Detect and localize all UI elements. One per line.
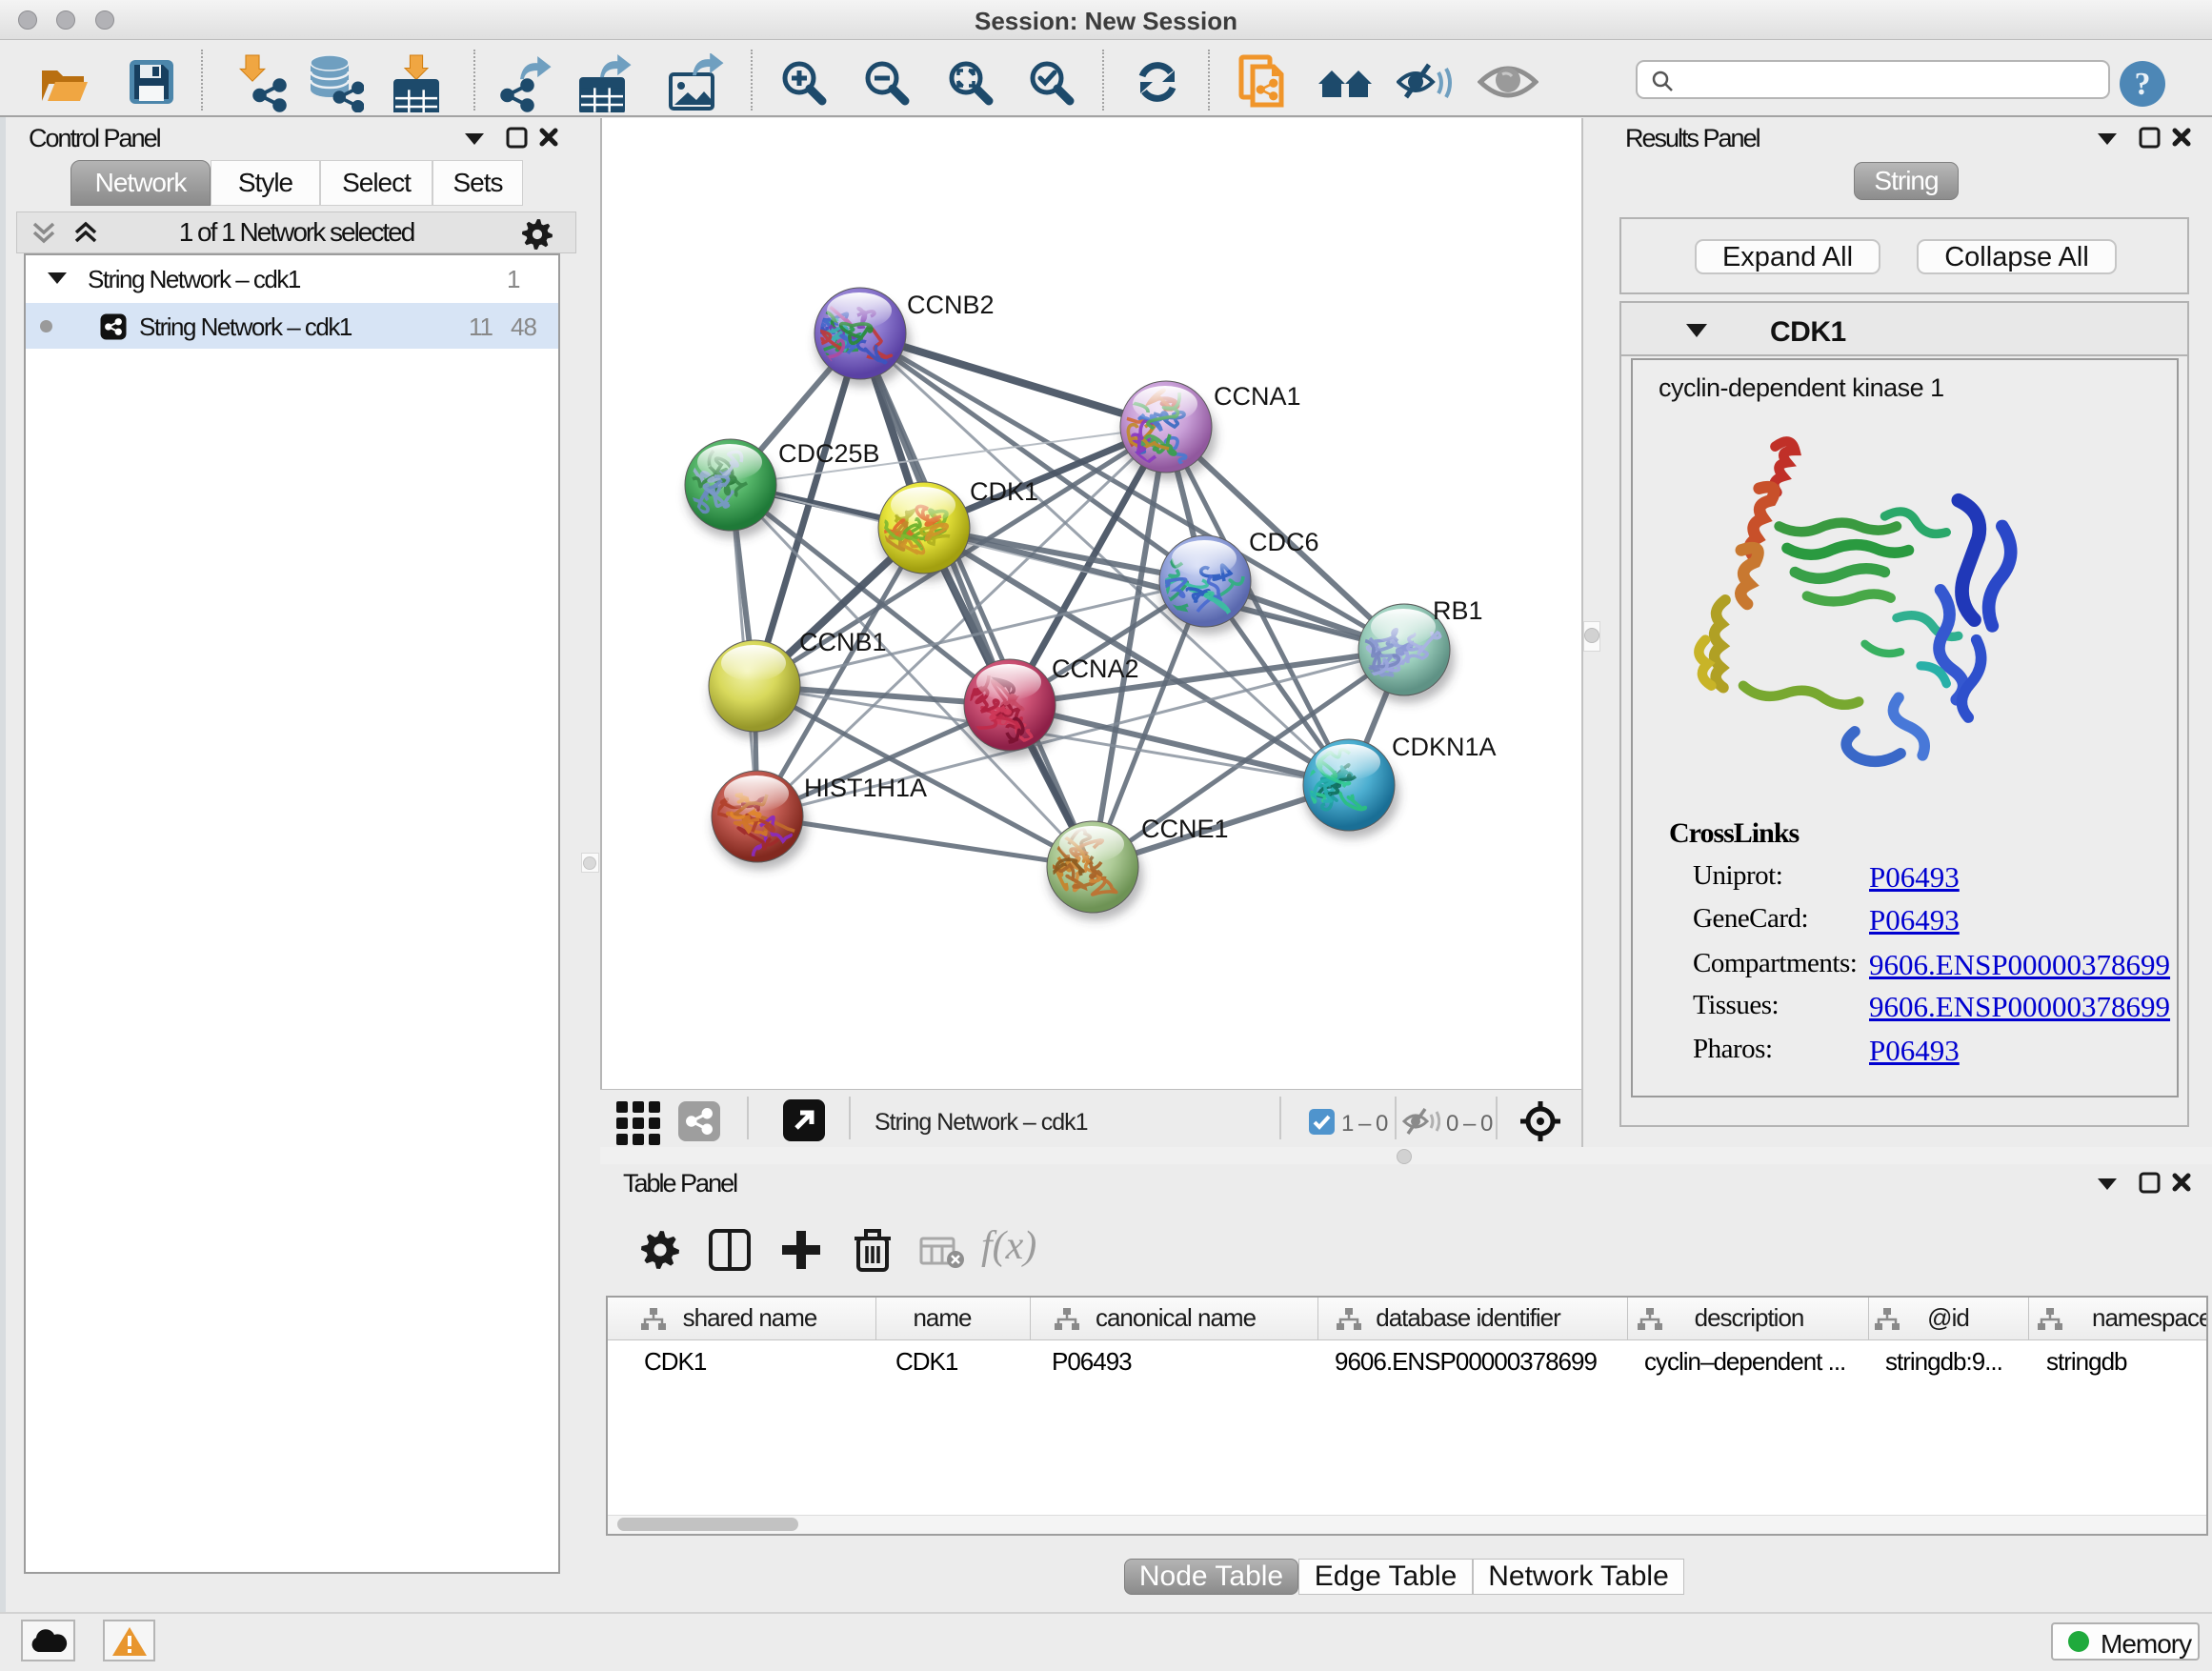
svg-text:?: ? <box>2135 67 2151 102</box>
svg-text:CCNB1: CCNB1 <box>799 628 887 656</box>
svg-text:CDKN1A: CDKN1A <box>1392 733 1497 761</box>
svg-text:RB1: RB1 <box>1433 596 1483 625</box>
svg-text:CDC25B: CDC25B <box>778 439 880 468</box>
svg-text:CCNA2: CCNA2 <box>1052 654 1139 683</box>
svg-text:CCNA1: CCNA1 <box>1214 382 1301 411</box>
svg-text:CCNE1: CCNE1 <box>1141 815 1229 843</box>
svg-text:CCNB2: CCNB2 <box>907 291 995 319</box>
svg-text:CDK1: CDK1 <box>970 477 1038 506</box>
svg-text:CDC6: CDC6 <box>1249 528 1319 556</box>
svg-text:HIST1H1A: HIST1H1A <box>804 774 927 802</box>
